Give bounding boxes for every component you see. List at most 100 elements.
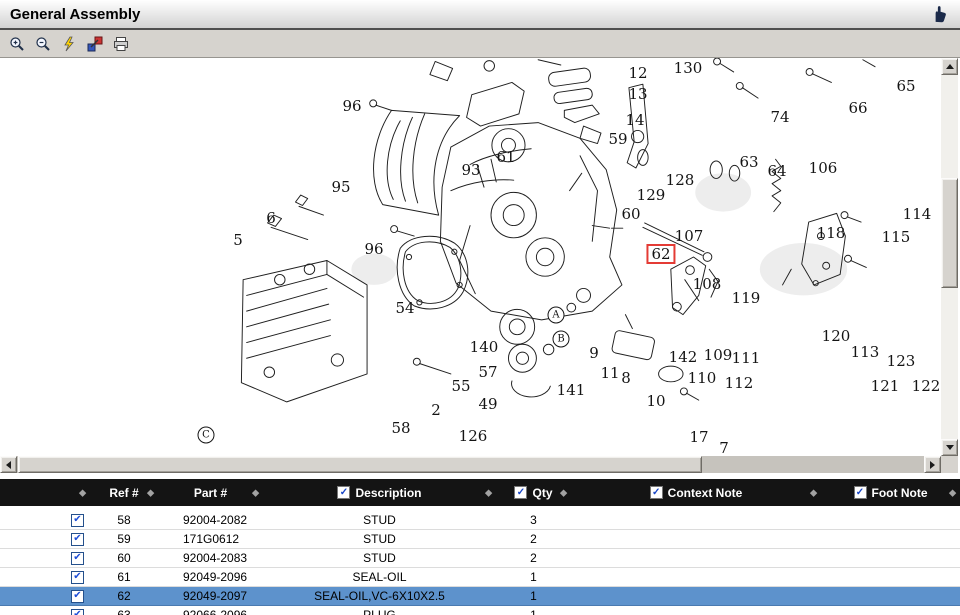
part-callout[interactable]: 10	[646, 392, 665, 410]
part-callout[interactable]: 74	[770, 108, 789, 126]
part-callout[interactable]: 118	[817, 224, 846, 242]
sort-icon[interactable]: ◆	[252, 488, 259, 497]
row-edit-check-icon[interactable]	[71, 609, 84, 615]
column-context-note[interactable]: Context Note ◆	[571, 479, 821, 506]
table-row[interactable]: 6292049-2097SEAL-OIL,VC-6X10X2.51	[0, 587, 960, 606]
scroll-up-button[interactable]	[941, 58, 958, 75]
part-callout[interactable]: 123	[887, 352, 916, 370]
scroll-right-button[interactable]	[924, 456, 941, 473]
part-callout[interactable]: 65	[896, 77, 915, 95]
part-callout[interactable]: 49	[478, 395, 497, 413]
part-callout-highlighted[interactable]: 62	[646, 244, 675, 264]
part-callout[interactable]: 141	[557, 381, 586, 399]
h-scroll-thumb[interactable]	[18, 456, 702, 473]
column-qty[interactable]: Qty ◆	[496, 479, 571, 506]
scroll-left-button[interactable]	[0, 456, 17, 473]
part-callout[interactable]: 12	[628, 64, 647, 82]
part-callout[interactable]: 115	[882, 228, 911, 246]
part-callout[interactable]: 55	[451, 377, 470, 395]
part-callout[interactable]: 114	[903, 205, 932, 223]
part-callout[interactable]: 126	[459, 427, 488, 445]
h-scrollbar[interactable]	[0, 456, 941, 473]
part-callout[interactable]: 93	[461, 161, 480, 179]
sort-icon[interactable]: ◆	[79, 488, 86, 497]
part-callout[interactable]: 11	[600, 364, 619, 382]
part-callout[interactable]: 54	[395, 299, 414, 317]
part-callout[interactable]: 13	[628, 85, 647, 103]
part-callout[interactable]: 106	[809, 159, 838, 177]
part-callout[interactable]: 107	[675, 227, 704, 245]
part-callout[interactable]: 58	[391, 419, 410, 437]
part-callout[interactable]: 57	[478, 363, 497, 381]
part-callout[interactable]: 122	[912, 377, 941, 395]
column-ref[interactable]: Ref # ◆	[90, 479, 158, 506]
part-callout[interactable]: 64	[767, 162, 786, 180]
sort-icon[interactable]: ◆	[560, 488, 567, 497]
part-callout[interactable]: 61	[496, 148, 515, 166]
part-callout[interactable]: 108	[693, 275, 722, 293]
part-callout[interactable]: 5	[233, 231, 243, 249]
table-row[interactable]: 5892004-2082STUD3	[0, 511, 960, 530]
column-foot-note[interactable]: Foot Note ◆	[821, 479, 960, 506]
foot-note-filter-checkbox[interactable]	[854, 486, 867, 499]
row-edit-check-icon[interactable]	[71, 552, 84, 565]
part-callout[interactable]: 59	[608, 130, 627, 148]
column-select[interactable]: ◆	[0, 479, 90, 506]
part-callout[interactable]: 96	[342, 97, 361, 115]
part-callout[interactable]: 9	[589, 344, 599, 362]
part-callout[interactable]: 109	[704, 346, 733, 364]
part-callout[interactable]: 7	[719, 439, 729, 456]
sort-icon[interactable]: ◆	[810, 488, 817, 497]
part-callout[interactable]: 2	[431, 401, 441, 419]
zoom-out-button[interactable]	[32, 33, 54, 55]
sort-icon[interactable]: ◆	[147, 488, 154, 497]
diagram-viewport[interactable]: 9612131306566741459619312812963641069560…	[0, 58, 941, 456]
sort-icon[interactable]: ◆	[949, 488, 956, 497]
part-callout[interactable]: 14	[625, 111, 644, 129]
table-row[interactable]: 6092004-2083STUD2	[0, 549, 960, 568]
part-callout[interactable]: 113	[851, 343, 880, 361]
v-scroll-thumb[interactable]	[941, 178, 958, 288]
part-callout[interactable]: 110	[688, 369, 717, 387]
pan-hand-button[interactable]	[928, 3, 950, 25]
column-description[interactable]: Description ◆	[263, 479, 496, 506]
row-edit-check-icon[interactable]	[71, 514, 84, 527]
part-callout[interactable]: 112	[725, 374, 754, 392]
part-callout[interactable]: 119	[732, 289, 761, 307]
print-button[interactable]	[110, 33, 132, 55]
hotspots-button[interactable]	[58, 33, 80, 55]
column-part[interactable]: Part # ◆	[158, 479, 263, 506]
part-callout[interactable]: 140	[470, 338, 499, 356]
part-callout[interactable]: 129	[637, 186, 666, 204]
row-edit-check-icon[interactable]	[71, 590, 84, 603]
context-note-filter-checkbox[interactable]	[650, 486, 663, 499]
part-callout[interactable]: 95	[331, 178, 350, 196]
description-filter-checkbox[interactable]	[337, 486, 350, 499]
v-scrollbar[interactable]	[941, 58, 958, 456]
cell-part: 92004-2083	[158, 551, 263, 565]
row-edit-check-icon[interactable]	[71, 533, 84, 546]
part-callout[interactable]: 60	[621, 205, 640, 223]
part-callout[interactable]: 66	[848, 99, 867, 117]
table-row[interactable]: 6392066-2096PLUG1	[0, 606, 960, 615]
related-parts-button[interactable]	[84, 33, 106, 55]
part-callout[interactable]: 130	[674, 59, 703, 77]
part-callout[interactable]: 17	[689, 428, 708, 446]
row-edit-check-icon[interactable]	[71, 571, 84, 584]
qty-filter-checkbox[interactable]	[514, 486, 527, 499]
sort-icon[interactable]: ◆	[485, 488, 492, 497]
part-callout[interactable]: 142	[669, 348, 698, 366]
table-row[interactable]: 6192049-2096SEAL-OIL1	[0, 568, 960, 587]
zoom-in-button[interactable]	[6, 33, 28, 55]
scroll-down-button[interactable]	[941, 439, 958, 456]
table-row[interactable]: 59171G0612STUD2	[0, 530, 960, 549]
cell-row-actions	[0, 552, 90, 565]
part-callout[interactable]: 120	[822, 327, 851, 345]
part-callout[interactable]: 6	[266, 209, 276, 227]
part-callout[interactable]: 111	[732, 349, 761, 367]
part-callout[interactable]: 96	[364, 240, 383, 258]
part-callout[interactable]: 128	[666, 171, 695, 189]
part-callout[interactable]: 63	[739, 153, 758, 171]
part-callout[interactable]: 121	[871, 377, 900, 395]
part-callout[interactable]: 8	[621, 369, 631, 387]
